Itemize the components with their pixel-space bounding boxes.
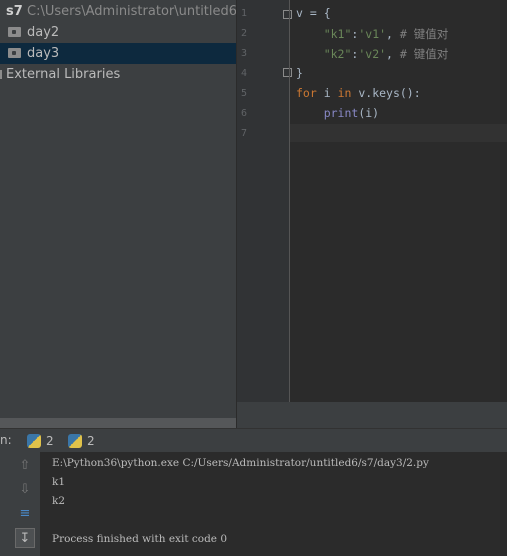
code-keyword: in [337,86,352,100]
project-scrollbar[interactable] [0,418,236,428]
python-icon [68,434,82,448]
editor-scrollbar[interactable] [237,402,507,428]
code-line-4: } [296,66,303,80]
current-line-highlight [290,124,507,142]
external-libraries-label: External Libraries [6,67,121,82]
run-tab[interactable]: 2 [27,432,57,450]
folder-day3[interactable]: day3 [0,43,236,64]
project-root-name: s7 [6,4,23,19]
code-token: "k1" [323,27,352,41]
console-line: k1 [52,476,66,488]
run-tab-label: 2 [87,434,95,448]
code-token: = { [302,6,331,20]
code-token: (i) [358,106,380,120]
project-root[interactable]: s7 C:\Users\Administrator\untitled6\s7 [0,1,236,22]
run-tab[interactable]: 2 [68,432,98,450]
console-line: k2 [52,495,66,507]
run-tab-label: 2 [46,434,54,448]
code-comment: # 键值对 [399,27,449,41]
folder-icon [8,27,21,37]
gutter-divider [289,0,290,402]
code-token: v [296,6,303,20]
external-libraries[interactable]: External Libraries [0,64,236,85]
scroll-to-end-icon[interactable]: ↧ [15,528,35,548]
library-icon [0,70,2,79]
run-console[interactable]: E:\Python36\python.exe C:/Users/Administ… [40,452,507,556]
folder-label: day3 [27,46,60,61]
fold-icon[interactable] [283,10,292,19]
code-line-1: v = { [296,6,331,20]
fold-icon[interactable] [283,68,292,77]
line-number: 7 [241,128,248,139]
code-line-6: print(i) [296,106,379,120]
run-toolbar: ⇧ ⇩ ≡ ↧ [0,452,40,556]
code-token: 'v2' [358,47,387,61]
code-token: } [296,66,303,80]
line-number: 3 [241,48,248,59]
arrow-down-icon[interactable]: ⇩ [15,480,35,500]
console-line: E:\Python36\python.exe C:/Users/Administ… [52,457,429,469]
code-line-5: for i in v.keys(): [296,86,421,100]
project-panel: s7 C:\Users\Administrator\untitled6\s7 d… [0,0,237,428]
run-label: n: [0,433,12,447]
arrow-up-icon[interactable]: ⇧ [15,456,35,476]
console-line: Process finished with exit code 0 [52,533,228,545]
code-token: v.keys(): [351,86,421,100]
code-editor[interactable]: 1 2 3 4 5 6 7 v = { "k1":'v1', # 键值对 "k2… [237,0,507,428]
code-token: i [316,86,338,100]
folder-icon [8,48,21,58]
code-line-3: "k2":'v2', # 键值对 [296,46,449,62]
code-line-2: "k1":'v1', # 键值对 [296,26,449,42]
code-token: "k2" [323,47,352,61]
soft-wrap-icon[interactable]: ≡ [15,504,35,524]
line-number: 4 [241,68,248,79]
code-keyword: for [296,86,317,100]
folder-label: day2 [27,25,60,40]
code-builtin: print [323,106,359,120]
line-number: 6 [241,108,248,119]
line-number: 1 [241,8,248,19]
editor-gutter: 1 2 3 4 5 6 7 [237,0,292,402]
python-icon [27,434,41,448]
line-number: 2 [241,28,248,39]
run-panel-header: n: 2 2 [0,428,507,453]
folder-day2[interactable]: day2 [0,22,236,43]
code-comment: # 键值对 [399,47,449,61]
line-number: 5 [241,88,248,99]
code-token: 'v1' [358,27,387,41]
project-root-path: C:\Users\Administrator\untitled6\s7 [27,4,237,19]
code-token: , [386,47,393,61]
code-token: , [386,27,393,41]
